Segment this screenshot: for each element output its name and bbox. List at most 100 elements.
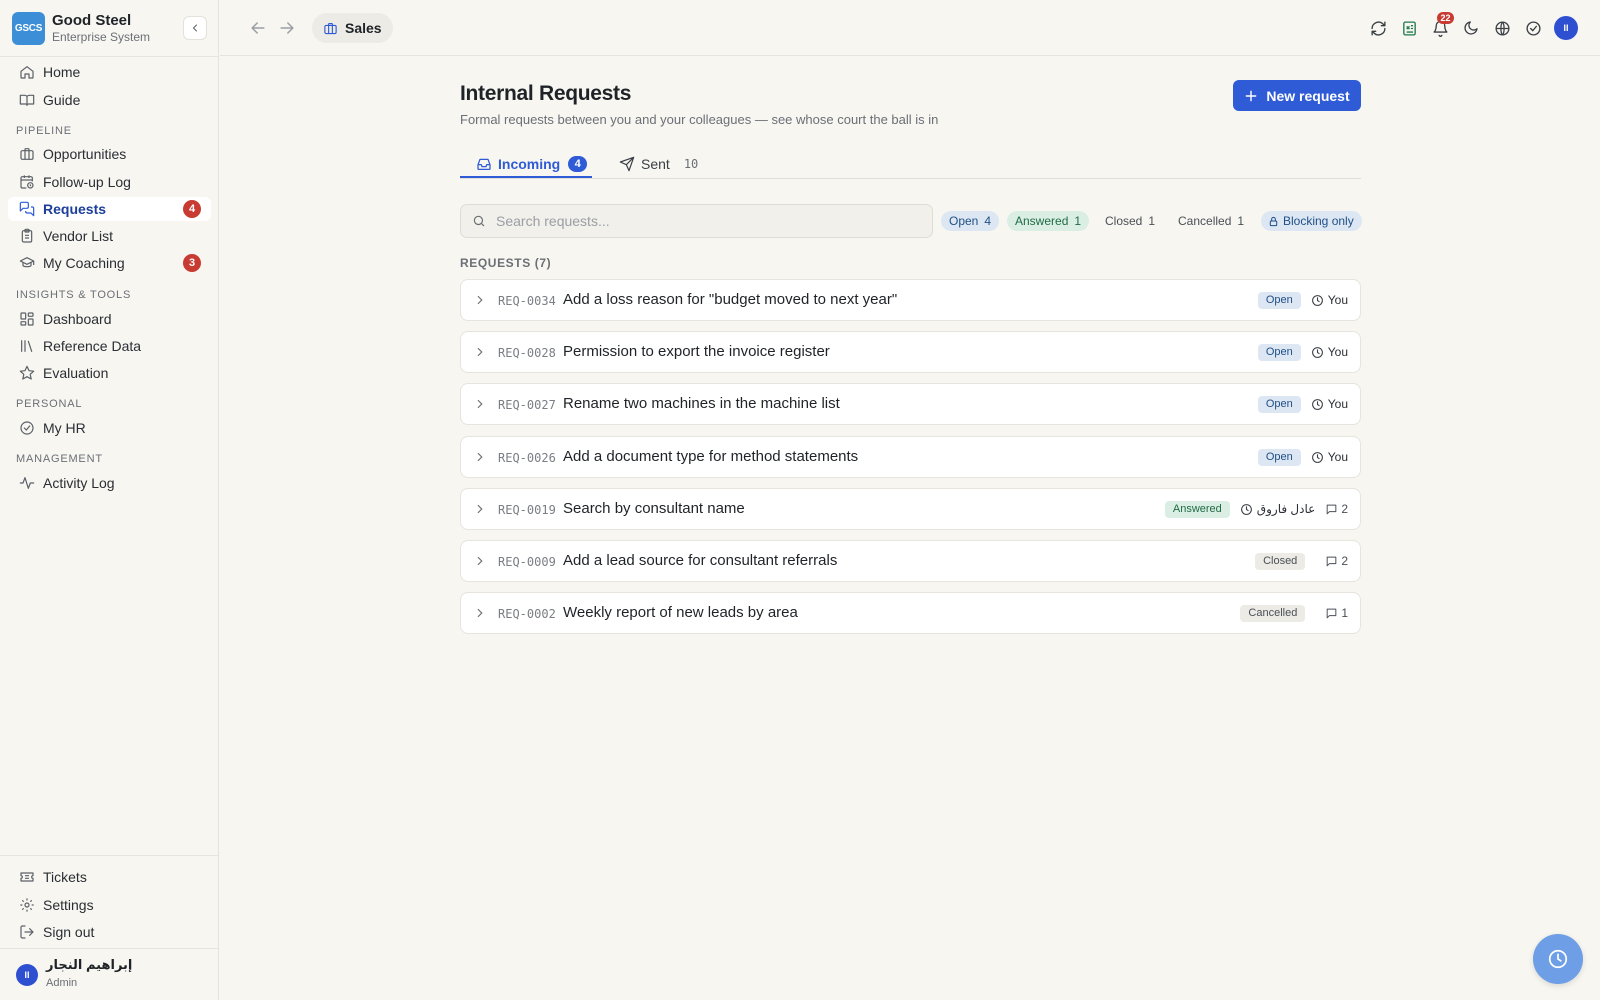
breadcrumb[interactable]: Sales [312, 13, 393, 43]
requests-icon [19, 201, 35, 217]
comment-icon [1326, 608, 1337, 618]
tab-sent[interactable]: Sent 10 [619, 149, 698, 179]
request-meta: Open You [1257, 280, 1348, 320]
tab-count: 4 [568, 156, 588, 172]
sidebar-item-activity-log[interactable]: Activity Log [8, 471, 211, 495]
filter-count: 1 [1237, 214, 1245, 228]
refresh-icon [1370, 20, 1386, 36]
sidebar-item-guide[interactable]: Guide [8, 88, 211, 112]
tab-incoming[interactable]: Incoming 4 [476, 149, 588, 179]
ball-in-court: You [1311, 397, 1348, 411]
chevron-right-icon[interactable] [473, 293, 487, 307]
request-id: REQ-0019 [498, 503, 556, 517]
collapse-sidebar-button[interactable] [183, 16, 207, 40]
sidebar-item-requests[interactable]: Requests 4 [8, 197, 211, 221]
user-avatar[interactable]: II [1554, 16, 1578, 40]
section-label-pipeline: PIPELINE [16, 125, 72, 137]
table-row[interactable]: REQ-0034 Add a loss reason for "budget mo… [460, 279, 1361, 321]
sidebar-item-opportunities[interactable]: Opportunities [8, 142, 211, 166]
sidebar-item-tickets[interactable]: Tickets [8, 865, 211, 889]
user-avatar[interactable]: II [16, 964, 38, 986]
comment-count: 1 [1325, 606, 1348, 620]
status-badge: Answered [1164, 500, 1230, 518]
request-id: REQ-0034 [498, 294, 556, 308]
sidebar-item-my-hr[interactable]: My HR [8, 416, 211, 440]
spreadsheet-icon [1402, 20, 1416, 36]
request-meta: Open You [1257, 437, 1348, 477]
plus-icon [1246, 90, 1257, 101]
new-request-label: New request [1266, 87, 1350, 104]
new-request-button[interactable]: New request [1233, 80, 1361, 111]
brand-name: Good Steel [52, 12, 132, 29]
sidebar-item-vendor-list[interactable]: Vendor List [8, 224, 211, 248]
table-row[interactable]: REQ-0002 Weekly report of new leads by ar… [460, 592, 1361, 634]
chevron-right-icon[interactable] [473, 450, 487, 464]
sidebar-item-label: Sign out [43, 924, 95, 940]
filter-cancelled[interactable]: Cancelled 1 [1170, 211, 1252, 231]
owner-label: You [1327, 293, 1348, 307]
ticket-icon [20, 872, 34, 882]
page-subtitle: Formal requests between you and your col… [460, 112, 939, 127]
filter-closed[interactable]: Closed 1 [1097, 211, 1163, 231]
ball-in-court: You [1311, 450, 1348, 464]
chevron-right-icon[interactable] [473, 502, 487, 516]
sidebar-item-label: Vendor List [43, 228, 114, 244]
table-row[interactable]: REQ-0026 Add a document type for method s… [460, 436, 1361, 478]
sidebar-item-dashboard[interactable]: Dashboard [8, 307, 211, 331]
filter-label: Open [949, 214, 979, 228]
sidebar-item-reference-data[interactable]: Reference Data [8, 334, 211, 358]
search-input[interactable] [496, 213, 916, 229]
table-row[interactable]: REQ-0028 Permission to export the invoice… [460, 331, 1361, 373]
chevron-right-icon[interactable] [473, 606, 487, 620]
top-bar [220, 0, 1600, 56]
sidebar-item-label: Requests [43, 201, 107, 217]
filter-answered[interactable]: Answered 1 [1007, 211, 1090, 231]
history-fab-button[interactable] [1533, 934, 1583, 984]
request-meta: Closed 2 [1255, 541, 1348, 581]
search-field[interactable] [460, 204, 933, 238]
calendar-clock-icon [20, 175, 34, 189]
tasks-button[interactable] [1522, 17, 1544, 39]
sidebar-item-home[interactable]: Home [8, 60, 211, 84]
back-button[interactable] [248, 18, 268, 38]
sidebar-item-label: Evaluation [43, 365, 109, 381]
filter-label: Answered [1015, 214, 1069, 228]
comment-icon [1326, 556, 1337, 566]
sidebar-item-sign-out[interactable]: Sign out [8, 920, 211, 944]
sidebar-divider [0, 948, 219, 949]
owner-label: عادل فاروق [1256, 502, 1316, 516]
filter-open[interactable]: Open 4 [941, 211, 1000, 231]
request-meta: Cancelled 1 [1240, 593, 1348, 633]
request-title: Add a loss reason for "budget moved to n… [563, 291, 898, 308]
sidebar-item-follow-up-log[interactable]: Follow-up Log [8, 170, 211, 194]
filter-blocking-only[interactable]: Blocking only [1261, 211, 1362, 231]
theme-toggle-button[interactable] [1460, 17, 1482, 39]
clock-icon [1311, 398, 1323, 410]
sidebar-item-my-coaching[interactable]: My Coaching 3 [8, 251, 211, 275]
brand-subtitle: Enterprise System [52, 30, 151, 44]
sidebar-item-evaluation[interactable]: Evaluation [8, 361, 211, 385]
chevron-right-icon[interactable] [473, 554, 487, 568]
chevron-right-icon[interactable] [473, 345, 487, 359]
arrow-left-icon [251, 22, 265, 34]
sidebar-item-settings[interactable]: Settings [8, 893, 211, 917]
sidebar-divider [0, 855, 219, 856]
status-badge: Cancelled [1240, 604, 1306, 622]
forward-button[interactable] [277, 18, 297, 38]
sidebar-item-label: Follow-up Log [43, 174, 131, 190]
tab-count: 10 [683, 157, 699, 171]
clipboard-icon [21, 228, 33, 243]
sheet-button[interactable] [1398, 17, 1420, 39]
request-id: REQ-0009 [498, 555, 556, 569]
chevron-right-icon[interactable] [473, 397, 487, 411]
refresh-button[interactable] [1367, 17, 1389, 39]
user-role: Admin [46, 977, 78, 989]
active-tab-indicator [460, 176, 592, 178]
request-id: REQ-0002 [498, 607, 556, 621]
language-button[interactable] [1491, 17, 1513, 39]
table-row[interactable]: REQ-0009 Add a lead source for consultant… [460, 540, 1361, 582]
table-row[interactable]: REQ-0027 Rename two machines in the machi… [460, 383, 1361, 425]
table-row[interactable]: REQ-0019 Search by consultant name Answere… [460, 488, 1361, 530]
tab-label: Incoming [498, 156, 561, 172]
user-name: إبراهيم النجار [46, 957, 133, 972]
